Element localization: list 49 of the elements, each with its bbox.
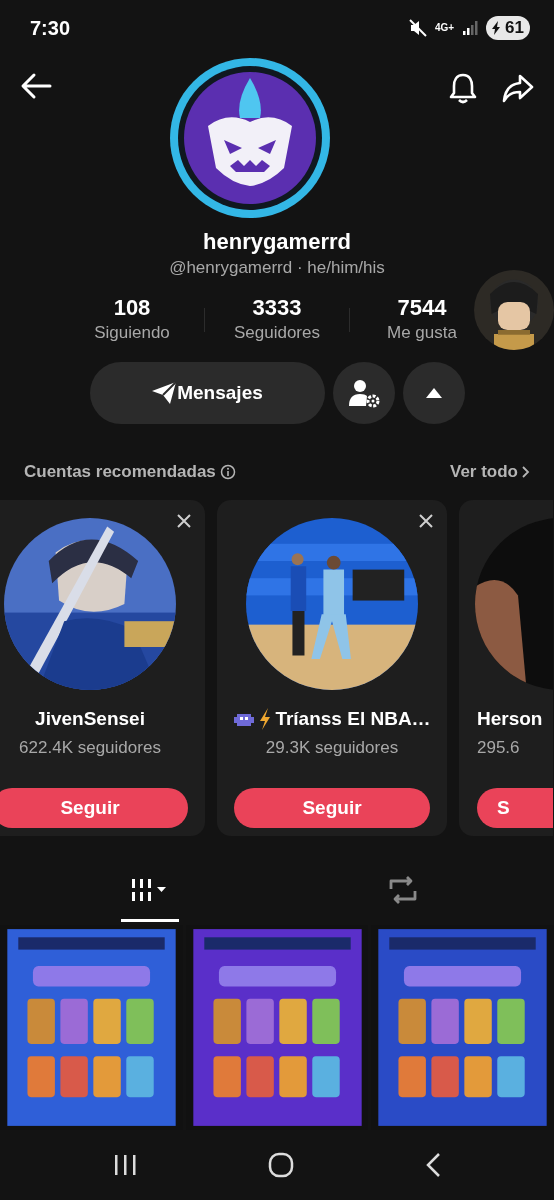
follower-count: 622.4K seguidores [19,737,161,759]
battery-level: 61 [505,17,524,40]
follower-count: 295.6 [477,737,520,759]
back-nav-button[interactable] [424,1152,441,1178]
message-button[interactable]: Mensajes [89,362,325,424]
chevron-right-icon [522,466,530,478]
see-all-link[interactable]: Ver todo [450,459,530,485]
back-arrow-icon [20,72,52,100]
repost-icon [387,874,419,905]
follower-count: 29.3K seguidores [265,737,399,759]
bolt-icon [492,21,502,35]
notifications-button[interactable] [448,72,478,104]
recents-icon [113,1153,138,1177]
follow-button[interactable]: S [477,788,553,828]
back-button[interactable] [20,72,52,100]
close-icon [419,514,433,528]
mute-icon [408,19,427,37]
user-handle: @henrygamerrd · he/him/his [169,258,385,277]
chevron-left-icon [424,1152,441,1178]
close-icon [177,514,191,528]
account-name: Tríanss El NBA… [275,707,431,731]
person-gear-icon [347,378,380,408]
signal-icon [462,20,479,36]
home-button[interactable] [268,1152,294,1178]
stat-value: 7544 [397,295,447,321]
stat-value: 108 [113,295,151,321]
network-label: 4G+ [434,23,455,33]
username: henrygamerrd [203,228,351,256]
stat-value: 3333 [252,295,302,321]
lightning-icon [259,708,272,730]
dismiss-button[interactable] [177,514,191,528]
account-name: Herson [477,707,543,731]
recent-apps-button[interactable] [113,1153,138,1177]
info-icon [219,464,236,480]
status-time: 7:30 [30,16,71,41]
stat-label: Siguiendo [94,322,170,344]
stat-label: Seguidores [234,322,320,344]
stat-label: Me gusta [387,322,457,344]
account-name: JivenSensei [35,707,145,731]
share-icon [502,73,534,103]
share-button[interactable] [502,72,534,104]
follow-button[interactable]: Seguir [0,788,188,828]
bell-icon [448,72,478,104]
caret-up-icon [425,388,442,398]
follow-button[interactable]: Seguir [234,788,430,828]
dismiss-button[interactable] [419,514,433,528]
paper-plane-icon [151,381,178,405]
home-icon [268,1152,294,1178]
section-title: Cuentas recomendadas [24,461,216,484]
